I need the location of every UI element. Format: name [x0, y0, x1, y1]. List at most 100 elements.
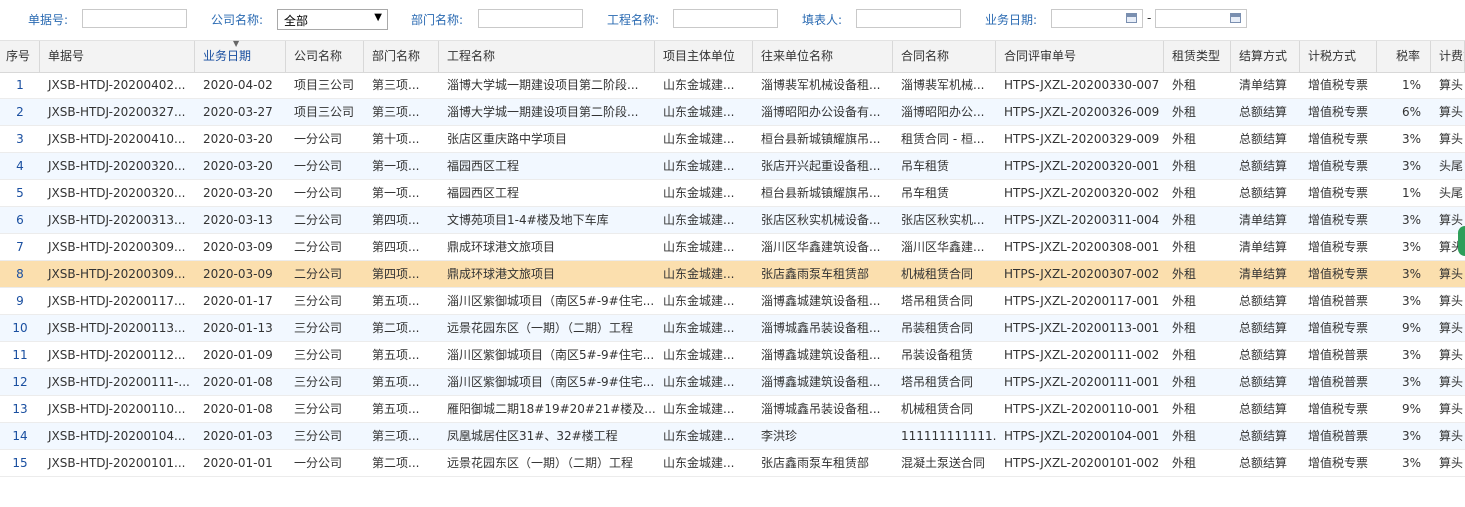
filter-bar: 单据号: 公司名称: 全部 ▼ 部门名称: 工程名称: 填表人: 业务日期: -: [0, 0, 1465, 38]
cell-col-settlement: 总额结算: [1239, 429, 1288, 443]
cell-col-main-unit: 山东金城建...: [663, 78, 735, 92]
table-row[interactable]: 13 JXSB-HTDJ-20200110... 2020-01-08 三分公司 第五项…: [0, 396, 1465, 423]
filler-input[interactable]: [856, 9, 961, 28]
table-row[interactable]: 14 JXSB-HTDJ-20200104... 2020-01-03 三分公司 第三项…: [0, 423, 1465, 450]
cell-col-tax-method: 增值税专票: [1308, 240, 1369, 254]
table-row[interactable]: 3 JXSB-HTDJ-20200410... 2020-03-20 一分公司 第十项.…: [0, 126, 1465, 153]
header-col-lease-type[interactable]: 租赁类型: [1164, 41, 1231, 72]
cell-col-contract: 租赁合同 - 桓...: [901, 132, 985, 146]
cell-col-lease-type: 外租: [1172, 267, 1197, 281]
header-col-biz-date[interactable]: 业务日期: [195, 41, 286, 72]
cell-col-settlement: 总额结算: [1239, 105, 1288, 119]
cell-col-tax-method: 增值税专票: [1308, 78, 1369, 92]
cell-col-billing: 算头: [1439, 132, 1464, 146]
cell-col-dept: 第五项...: [372, 375, 420, 389]
cell-col-partner: 淄博裴军机械设备租...: [761, 78, 881, 92]
cell-col-tax-method: 增值税专票: [1308, 456, 1369, 470]
table-row[interactable]: 2 JXSB-HTDJ-20200327... 2020-03-27 项目三公司 第三项…: [0, 99, 1465, 126]
cell-col-biz-date: 2020-03-20: [203, 159, 273, 173]
cell-col-billing: 算头: [1439, 456, 1464, 470]
cell-col-contract: 塔吊租赁合同: [901, 294, 974, 308]
cell-col-doc-no: JXSB-HTDJ-20200327...: [48, 105, 186, 119]
cell-col-dept: 第二项...: [372, 321, 420, 335]
cell-col-main-unit: 山东金城建...: [663, 375, 735, 389]
table-row[interactable]: 10 JXSB-HTDJ-20200113... 2020-01-13 三分公司 第二项…: [0, 315, 1465, 342]
cell-col-main-unit: 山东金城建...: [663, 132, 735, 146]
header-col-settlement[interactable]: 结算方式: [1231, 41, 1300, 72]
table-row[interactable]: 4 JXSB-HTDJ-20200320... 2020-03-20 一分公司 第一项.…: [0, 153, 1465, 180]
header-col-partner[interactable]: 往来单位名称: [753, 41, 893, 72]
cell-col-partner: 张店区秋实机械设备...: [761, 213, 881, 227]
cell-col-seq: 14: [12, 429, 28, 443]
cell-col-doc-no: JXSB-HTDJ-20200113...: [48, 321, 186, 335]
table-row[interactable]: 8 JXSB-HTDJ-20200309... 2020-03-09 二分公司 第四项.…: [0, 261, 1465, 288]
cell-col-main-unit: 山东金城建...: [663, 321, 735, 335]
cell-col-partner: 淄博昭阳办公设备有...: [761, 105, 881, 119]
header-col-review-no[interactable]: 合同评审单号: [996, 41, 1164, 72]
cell-col-project: 张店区重庆路中学项目: [447, 132, 568, 146]
header-col-tax-method[interactable]: 计税方式: [1300, 41, 1377, 72]
project-input[interactable]: [673, 9, 778, 28]
table-row[interactable]: 15 JXSB-HTDJ-20200101... 2020-01-01 一分公司 第二项…: [0, 450, 1465, 477]
header-col-project[interactable]: 工程名称: [439, 41, 655, 72]
cell-col-dept: 第五项...: [372, 348, 420, 362]
table-row[interactable]: 9 JXSB-HTDJ-20200117... 2020-01-17 三分公司 第五项.…: [0, 288, 1465, 315]
header-col-main-unit[interactable]: 项目主体单位: [655, 41, 753, 72]
cell-col-tax-rate: 3%: [1401, 429, 1421, 443]
cell-col-tax-method: 增值税普票: [1308, 429, 1369, 443]
table-row[interactable]: 12 JXSB-HTDJ-20200111-... 2020-01-08 三分公司 第五…: [0, 369, 1465, 396]
calendar-icon[interactable]: [1126, 13, 1137, 23]
cell-col-tax-rate: 9%: [1401, 321, 1421, 335]
cell-col-tax-method: 增值税专票: [1308, 402, 1369, 416]
dept-input[interactable]: [478, 9, 583, 28]
header-col-dept[interactable]: 部门名称: [364, 41, 439, 72]
cell-col-project: 淄博大学城一期建设项目第二阶段...: [447, 78, 639, 92]
cell-col-tax-method: 增值税专票: [1308, 132, 1369, 146]
table-row[interactable]: 6 JXSB-HTDJ-20200313... 2020-03-13 二分公司 第四项.…: [0, 207, 1465, 234]
cell-col-dept: 第四项...: [372, 213, 420, 227]
cell-col-lease-type: 外租: [1172, 375, 1197, 389]
cell-col-contract: 机械租赁合同: [901, 402, 974, 416]
cell-col-settlement: 总额结算: [1239, 375, 1288, 389]
cell-col-lease-type: 外租: [1172, 348, 1197, 362]
cell-col-review-no: HTPS-JXZL-20200117-001: [1004, 294, 1160, 308]
cell-col-company: 一分公司: [294, 132, 343, 146]
company-select-value: 全部: [284, 14, 309, 28]
scroll-handle[interactable]: [1458, 226, 1465, 256]
cell-col-seq: 4: [16, 159, 24, 173]
doc-no-input[interactable]: [82, 9, 187, 28]
company-select[interactable]: 全部 ▼: [277, 9, 388, 30]
cell-col-company: 二分公司: [294, 267, 343, 281]
cell-col-review-no: HTPS-JXZL-20200320-001: [1004, 159, 1160, 173]
cell-col-main-unit: 山东金城建...: [663, 348, 735, 362]
cell-col-biz-date: 2020-01-08: [203, 375, 273, 389]
cell-col-tax-rate: 3%: [1401, 456, 1421, 470]
header-col-seq[interactable]: 序号: [0, 41, 40, 72]
cell-col-review-no: HTPS-JXZL-20200329-009: [1004, 132, 1160, 146]
date-from-input[interactable]: [1051, 9, 1143, 28]
table-row[interactable]: 7 JXSB-HTDJ-20200309... 2020-03-09 二分公司 第四项.…: [0, 234, 1465, 261]
biz-date-label: 业务日期:: [985, 13, 1038, 27]
cell-col-project: 淄川区紫御城项目（南区5#-9#住宅...: [447, 375, 655, 389]
cell-col-tax-method: 增值税专票: [1308, 105, 1369, 119]
cell-col-doc-no: JXSB-HTDJ-20200110...: [48, 402, 186, 416]
cell-col-company: 一分公司: [294, 186, 343, 200]
date-to-input[interactable]: [1155, 9, 1247, 28]
table-row[interactable]: 11 JXSB-HTDJ-20200112... 2020-01-09 三分公司 第五项…: [0, 342, 1465, 369]
table-row[interactable]: 5 JXSB-HTDJ-20200320... 2020-03-20 一分公司 第一项.…: [0, 180, 1465, 207]
cell-col-seq: 5: [16, 186, 24, 200]
cell-col-seq: 12: [12, 375, 28, 389]
cell-col-settlement: 清单结算: [1239, 78, 1288, 92]
header-col-tax-rate[interactable]: 税率: [1377, 41, 1431, 72]
header-col-billing[interactable]: 计费方: [1431, 41, 1465, 72]
cell-col-tax-rate: 3%: [1401, 132, 1421, 146]
table-row[interactable]: 1 JXSB-HTDJ-20200402... 2020-04-02 项目三公司 第三项…: [0, 72, 1465, 99]
cell-col-contract: 淄博昭阳办公...: [901, 105, 985, 119]
cell-col-tax-method: 增值税专票: [1308, 159, 1369, 173]
header-col-doc-no[interactable]: 单据号: [40, 41, 195, 72]
company-label: 公司名称:: [211, 13, 264, 27]
cell-col-biz-date: 2020-03-20: [203, 132, 273, 146]
header-col-company[interactable]: 公司名称: [286, 41, 364, 72]
calendar-icon[interactable]: [1230, 13, 1241, 23]
header-col-contract[interactable]: 合同名称: [893, 41, 996, 72]
